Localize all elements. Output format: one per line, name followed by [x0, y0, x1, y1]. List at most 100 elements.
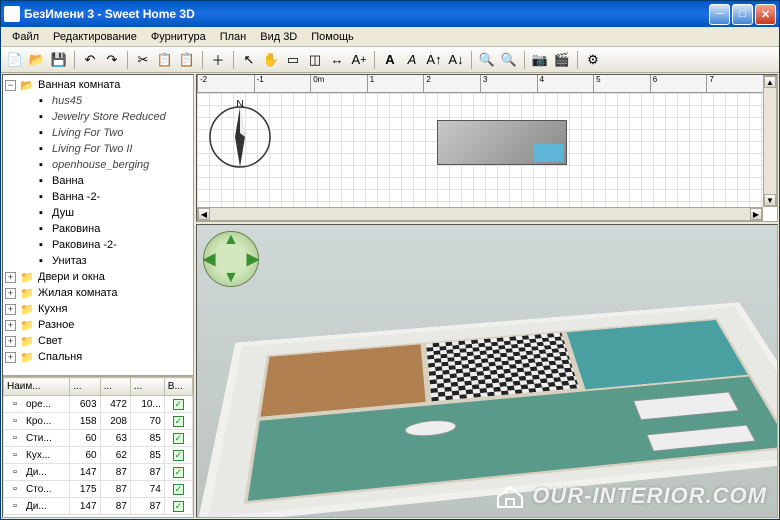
- cell-visible[interactable]: ✓: [164, 413, 192, 430]
- text-icon[interactable]: A+: [349, 50, 369, 70]
- table-row[interactable]: ▫Ди...1478787✓: [4, 498, 193, 515]
- cell-visible[interactable]: ✓: [164, 447, 192, 464]
- cut-icon[interactable]: ✂: [133, 50, 153, 70]
- tree-item[interactable]: ▪Раковина -2-: [5, 237, 191, 253]
- tree-item[interactable]: ▪Душ: [5, 205, 191, 221]
- select-icon[interactable]: ↖: [239, 50, 259, 70]
- menu-plan[interactable]: План: [213, 29, 254, 45]
- font-down-icon[interactable]: A↓: [446, 50, 466, 70]
- expand-icon[interactable]: +: [5, 320, 16, 331]
- expand-icon[interactable]: +: [5, 352, 16, 363]
- maximize-button[interactable]: □: [732, 4, 753, 25]
- menu-file[interactable]: Файл: [5, 29, 46, 45]
- tree-item[interactable]: ▪hus45: [5, 93, 191, 109]
- nav-right-icon[interactable]: ▶: [247, 249, 259, 269]
- tree-item[interactable]: ▪Раковина: [5, 221, 191, 237]
- cell-visible[interactable]: ✓: [164, 396, 192, 413]
- copy-icon[interactable]: 📋: [155, 50, 175, 70]
- collapse-icon[interactable]: −: [5, 80, 16, 91]
- expand-icon[interactable]: +: [5, 272, 16, 283]
- room-icon[interactable]: ◫: [305, 50, 325, 70]
- titlebar[interactable]: БезИмени 3 - Sweet Home 3D ─ □ ✕: [1, 1, 779, 27]
- tree-category[interactable]: +📁Кухня: [5, 301, 191, 317]
- new-icon[interactable]: 📄: [5, 50, 25, 70]
- furniture-sofa-2[interactable]: [647, 425, 756, 452]
- checkbox-icon[interactable]: ✓: [173, 501, 184, 512]
- table-row[interactable]: ▫ope...60347210...✓: [4, 396, 193, 413]
- minimize-button[interactable]: ─: [709, 4, 730, 25]
- tree-category[interactable]: +📁Разное: [5, 317, 191, 333]
- compass-icon[interactable]: N: [205, 99, 275, 169]
- view-3d[interactable]: ▲ ▼ ◀ ▶ OUR-INTERIOR.COM: [196, 224, 778, 518]
- checkbox-icon[interactable]: ✓: [173, 433, 184, 444]
- tree-item[interactable]: ▪Living For Two II: [5, 141, 191, 157]
- tree-category[interactable]: +📁Спальня: [5, 349, 191, 365]
- table-row[interactable]: ▫Кро...15820870✓: [4, 413, 193, 430]
- video-icon[interactable]: 🎬: [552, 50, 572, 70]
- catalog-tree[interactable]: − 📂 Ванная комната ▪hus45▪Jewelry Store …: [3, 75, 193, 375]
- font-up-icon[interactable]: A↑: [424, 50, 444, 70]
- table-header[interactable]: ...: [100, 378, 130, 396]
- tree-item[interactable]: ▪Ванна -2-: [5, 189, 191, 205]
- scroll-right-icon[interactable]: ▶: [750, 208, 762, 220]
- add-furniture-icon[interactable]: ＋: [208, 50, 228, 70]
- scrollbar-horizontal[interactable]: ◀ ▶: [197, 207, 763, 221]
- tree-category[interactable]: +📁Жилая комната: [5, 285, 191, 301]
- expand-icon[interactable]: +: [5, 336, 16, 347]
- tree-category[interactable]: +📁Двери и окна: [5, 269, 191, 285]
- table-row[interactable]: ▫Ди...1478787✓: [4, 464, 193, 481]
- redo-icon[interactable]: ↷: [102, 50, 122, 70]
- dimension-icon[interactable]: ↔: [327, 50, 347, 70]
- checkbox-icon[interactable]: ✓: [173, 450, 184, 461]
- table-row[interactable]: ▫Сто...1758774✓: [4, 481, 193, 498]
- undo-icon[interactable]: ↶: [80, 50, 100, 70]
- table-header[interactable]: Наим...: [4, 378, 70, 396]
- checkbox-icon[interactable]: ✓: [173, 399, 184, 410]
- scroll-left-icon[interactable]: ◀: [198, 208, 210, 220]
- table-header[interactable]: В...: [164, 378, 192, 396]
- furniture-table[interactable]: Наим............В... ▫ope...60347210...✓…: [3, 375, 193, 517]
- plan-model-thumbnail[interactable]: [437, 120, 567, 165]
- checkbox-icon[interactable]: ✓: [173, 484, 184, 495]
- tree-item[interactable]: ▪Унитаз: [5, 253, 191, 269]
- open-icon[interactable]: 📂: [27, 50, 47, 70]
- expand-icon[interactable]: +: [5, 288, 16, 299]
- furniture-sofa[interactable]: [633, 392, 739, 420]
- nav-left-icon[interactable]: ◀: [203, 249, 215, 269]
- menu-help[interactable]: Помощь: [304, 29, 361, 45]
- furniture-sink[interactable]: [404, 419, 457, 438]
- zoom-in-icon[interactable]: 🔍: [477, 50, 497, 70]
- tree-item[interactable]: ▪Jewelry Store Reduced: [5, 109, 191, 125]
- pan-icon[interactable]: ✋: [261, 50, 281, 70]
- table-header[interactable]: ...: [70, 378, 100, 396]
- scroll-down-icon[interactable]: ▼: [764, 194, 776, 206]
- cell-visible[interactable]: ✓: [164, 430, 192, 447]
- nav-up-icon[interactable]: ▲: [223, 231, 239, 249]
- preferences-icon[interactable]: ⚙: [583, 50, 603, 70]
- scrollbar-vertical[interactable]: ▲ ▼: [763, 75, 777, 207]
- expand-icon[interactable]: +: [5, 304, 16, 315]
- checkbox-icon[interactable]: ✓: [173, 416, 184, 427]
- nav-down-icon[interactable]: ▼: [223, 269, 239, 287]
- table-header[interactable]: ...: [130, 378, 164, 396]
- cell-visible[interactable]: ✓: [164, 498, 192, 515]
- save-icon[interactable]: 💾: [49, 50, 69, 70]
- tree-item[interactable]: ▪openhouse_berging: [5, 157, 191, 173]
- paste-icon[interactable]: 📋: [177, 50, 197, 70]
- menu-furniture[interactable]: Фурнитура: [144, 29, 213, 45]
- cell-visible[interactable]: ✓: [164, 481, 192, 498]
- nav-3d-control[interactable]: ▲ ▼ ◀ ▶: [203, 231, 259, 287]
- table-row[interactable]: ▫Кух...606285✓: [4, 447, 193, 464]
- italic-icon[interactable]: A: [402, 50, 422, 70]
- cell-visible[interactable]: ✓: [164, 464, 192, 481]
- bold-icon[interactable]: A: [380, 50, 400, 70]
- tree-item[interactable]: ▪Ванна: [5, 173, 191, 189]
- tree-category[interactable]: +📁Свет: [5, 333, 191, 349]
- camera-icon[interactable]: 📷: [530, 50, 550, 70]
- plan-view[interactable]: -2-10m1234567 N ▲ ▼ ◀ ▶: [196, 74, 778, 222]
- menu-view3d[interactable]: Вид 3D: [253, 29, 304, 45]
- tree-root[interactable]: − 📂 Ванная комната: [5, 77, 191, 93]
- scroll-up-icon[interactable]: ▲: [764, 76, 776, 88]
- wall-icon[interactable]: ▭: [283, 50, 303, 70]
- zoom-out-icon[interactable]: 🔍: [499, 50, 519, 70]
